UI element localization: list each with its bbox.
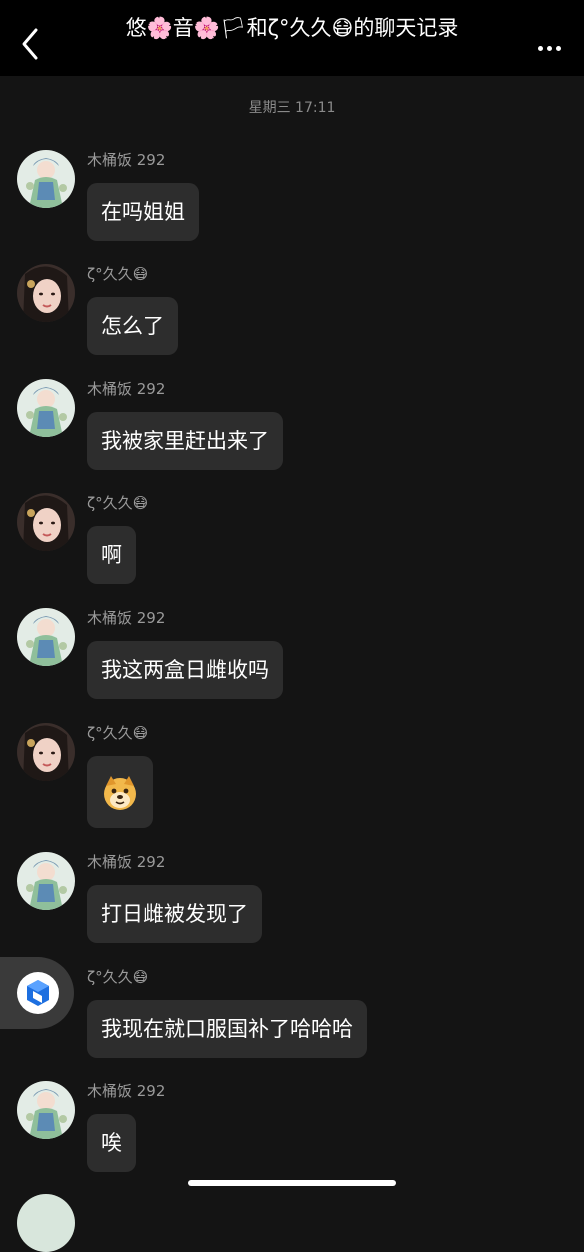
chat-timestamp: 星期三 17:11 (248, 100, 336, 116)
avatar[interactable] (17, 1194, 75, 1252)
avatar[interactable] (17, 1081, 75, 1139)
anime-girl-avatar-icon (17, 852, 75, 910)
chat-title: 悠🌸音🌸🏳和ζ°久久😷的聊天记录 (125, 16, 459, 40)
more-dot (556, 46, 561, 51)
sticker-bubble[interactable] (87, 756, 153, 828)
sender-name: 木桶饭 292 (87, 380, 166, 398)
sender-name: ζ°久久😷 (87, 494, 149, 512)
cube-app-icon (17, 972, 59, 1014)
sender-name: 木桶饭 292 (87, 1082, 166, 1100)
more-dots-icon (538, 46, 543, 51)
woman-photo-avatar-icon (17, 264, 75, 322)
anime-girl-avatar-icon (17, 379, 75, 437)
avatar[interactable] (17, 723, 75, 781)
sender-name: 木桶饭 292 (87, 609, 166, 627)
message-bubble[interactable]: 啊 (87, 526, 136, 584)
message-bubble[interactable]: 在吗姐姐 (87, 183, 199, 241)
floating-app-button[interactable] (0, 957, 74, 1029)
woman-photo-avatar-icon (17, 493, 75, 551)
woman-photo-avatar-icon (17, 723, 75, 781)
message-bubble[interactable]: 唉 (87, 1114, 136, 1172)
anime-girl-avatar-icon (17, 1081, 75, 1139)
chat-header: 悠🌸音🌸🏳和ζ°久久😷的聊天记录 (0, 0, 584, 76)
message-bubble[interactable]: 我这两盒日雌收吗 (87, 641, 283, 699)
anime-girl-avatar-icon (17, 608, 75, 666)
sender-name: 木桶饭 292 (87, 151, 166, 169)
anime-girl-avatar-icon (17, 150, 75, 208)
avatar[interactable] (17, 150, 75, 208)
sender-name: ζ°久久😷 (87, 265, 149, 283)
message-bubble[interactable]: 打日雌被发现了 (87, 885, 262, 943)
sender-name: ζ°久久😷 (87, 724, 149, 742)
avatar[interactable] (17, 379, 75, 437)
back-button[interactable] (14, 22, 48, 62)
message-bubble[interactable]: 我现在就口服国补了哈哈哈 (87, 1000, 367, 1058)
avatar[interactable] (17, 264, 75, 322)
more-dot (547, 46, 552, 51)
dog-sticker-icon (104, 776, 136, 810)
chevron-left-icon (22, 28, 38, 60)
message-bubble[interactable]: 怎么了 (87, 297, 178, 355)
sender-name: 木桶饭 292 (87, 853, 166, 871)
avatar[interactable] (17, 608, 75, 666)
cube-glyph (27, 980, 49, 1006)
home-indicator[interactable] (188, 1180, 396, 1186)
more-options-button[interactable] (538, 36, 568, 51)
sender-name: ζ°久久😷 (87, 968, 149, 986)
message-bubble[interactable]: 我被家里赶出来了 (87, 412, 283, 470)
avatar[interactable] (17, 852, 75, 910)
avatar[interactable] (17, 493, 75, 551)
